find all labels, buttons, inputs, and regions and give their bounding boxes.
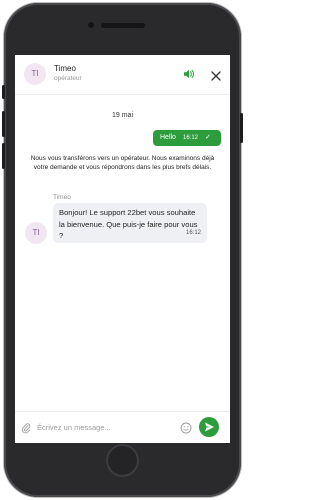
- date-separator: 19 mai: [111, 112, 133, 119]
- mute-switch: [2, 85, 5, 99]
- home-button[interactable]: [106, 444, 139, 477]
- send-button[interactable]: [199, 417, 219, 437]
- incoming-message-time: 16:12: [185, 229, 201, 236]
- volume-up-button: [2, 111, 5, 137]
- agent-avatar: TI: [24, 63, 46, 85]
- sender-avatar: TI: [25, 222, 47, 244]
- message-input[interactable]: [37, 420, 175, 434]
- send-icon: [205, 422, 214, 432]
- incoming-message: Bonjour! Le support 22bet vous souhaite …: [53, 203, 207, 243]
- chat-screen: TI Timeo opérateur 19 mai Hello 16:12 ✓ …: [15, 55, 230, 443]
- front-camera: [88, 22, 94, 28]
- power-button: [240, 113, 243, 143]
- message-sender-name: Timeo: [53, 194, 71, 201]
- chat-header: TI Timeo opérateur: [15, 55, 230, 95]
- volume-down-button: [2, 143, 5, 169]
- speaker-icon[interactable]: [183, 67, 195, 79]
- message-composer: [15, 411, 230, 443]
- agent-role: opérateur: [54, 75, 82, 82]
- agent-name: Timeo: [54, 64, 76, 73]
- close-icon[interactable]: [211, 68, 221, 81]
- earpiece-speaker: [101, 23, 145, 28]
- outgoing-message-text: Hello: [160, 134, 176, 141]
- check-icon: ✓: [205, 134, 211, 141]
- incoming-message-text: Bonjour! Le support 22bet vous souhaite …: [59, 208, 198, 240]
- outgoing-message-time: 16:12: [183, 135, 199, 141]
- system-notice: Nous vous transférons vers un opérateur.…: [30, 155, 215, 171]
- emoji-icon[interactable]: [180, 421, 192, 434]
- outgoing-message: Hello 16:12 ✓: [153, 130, 221, 146]
- paperclip-icon[interactable]: [21, 421, 31, 434]
